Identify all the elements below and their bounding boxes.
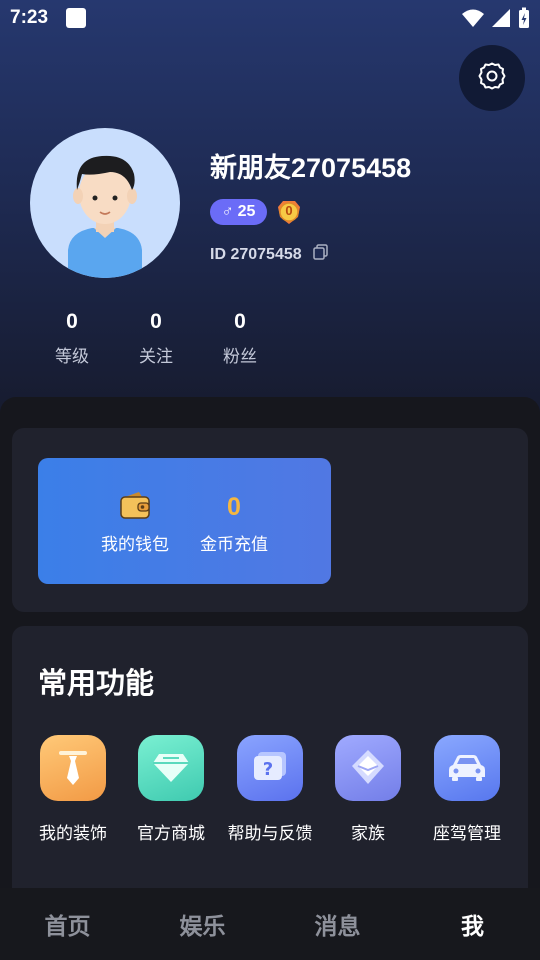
wallet-panel: 我的钱包 0 金币充值	[38, 458, 331, 584]
stat-following[interactable]: 0 关注	[116, 310, 196, 367]
level-medal-number: 0	[285, 203, 293, 218]
function-help-feedback[interactable]: ? 帮助与反馈	[220, 735, 320, 844]
function-label: 官方商城	[137, 824, 205, 844]
stat-following-value: 0	[150, 310, 162, 333]
family-icon	[335, 735, 401, 801]
stat-fans[interactable]: 0 粉丝	[200, 310, 280, 367]
common-functions-title: 常用功能	[38, 666, 155, 700]
function-my-decoration[interactable]: 我的装饰	[23, 735, 123, 844]
user-id: ID 27075458	[210, 245, 302, 263]
function-label: 帮助与反馈	[227, 824, 313, 844]
tab-me[interactable]: 我	[405, 888, 540, 960]
wifi-icon	[462, 8, 484, 33]
my-wallet-label: 我的钱包	[101, 535, 169, 555]
function-label: 座驾管理	[433, 824, 501, 844]
wallet-icon	[100, 490, 170, 524]
stat-following-label: 关注	[139, 347, 173, 367]
level-medal-icon: 0	[274, 197, 304, 227]
status-time: 7:23	[10, 7, 49, 28]
user-id-row: ID 27075458	[210, 243, 330, 266]
avatar[interactable]	[30, 128, 180, 278]
diamond-icon	[138, 735, 204, 801]
username: 新朋友27075458	[210, 153, 412, 183]
tab-entertainment[interactable]: 娱乐	[135, 888, 270, 960]
coin-balance: 0	[227, 493, 241, 521]
notification-icon	[66, 8, 87, 28]
coin-recharge-label: 金币充值	[200, 535, 268, 555]
stat-fans-label: 粉丝	[223, 347, 257, 367]
age-value: 25	[237, 203, 256, 220]
function-vehicle-management[interactable]: 座驾管理	[417, 735, 517, 844]
tie-icon	[40, 735, 106, 801]
signal-icon	[492, 8, 510, 33]
stat-level-label: 等级	[55, 347, 89, 367]
battery-icon	[518, 7, 530, 34]
coin-recharge-button[interactable]: 0 金币充值	[198, 490, 270, 555]
function-family[interactable]: 家族	[318, 735, 418, 844]
bottom-navigation: 首页 娱乐 消息 我	[0, 888, 540, 960]
copy-icon[interactable]	[312, 243, 330, 266]
svg-text:?: ?	[263, 759, 273, 780]
tab-home[interactable]: 首页	[0, 888, 135, 960]
status-bar: 7:23	[0, 0, 540, 36]
settings-button[interactable]	[459, 45, 525, 111]
male-icon: ♂	[221, 203, 234, 220]
tab-messages[interactable]: 消息	[270, 888, 405, 960]
gender-age-badge: ♂ 25	[210, 199, 267, 225]
stat-fans-value: 0	[234, 310, 246, 333]
function-official-store[interactable]: 官方商城	[121, 735, 221, 844]
function-label: 我的装饰	[39, 824, 107, 844]
help-icon: ?	[237, 735, 303, 801]
car-icon	[434, 735, 500, 801]
my-wallet-button[interactable]: 我的钱包	[100, 490, 170, 555]
stat-level[interactable]: 0 等级	[32, 310, 112, 367]
gear-icon	[477, 61, 507, 95]
stat-level-value: 0	[66, 310, 78, 333]
function-label: 家族	[351, 824, 385, 844]
